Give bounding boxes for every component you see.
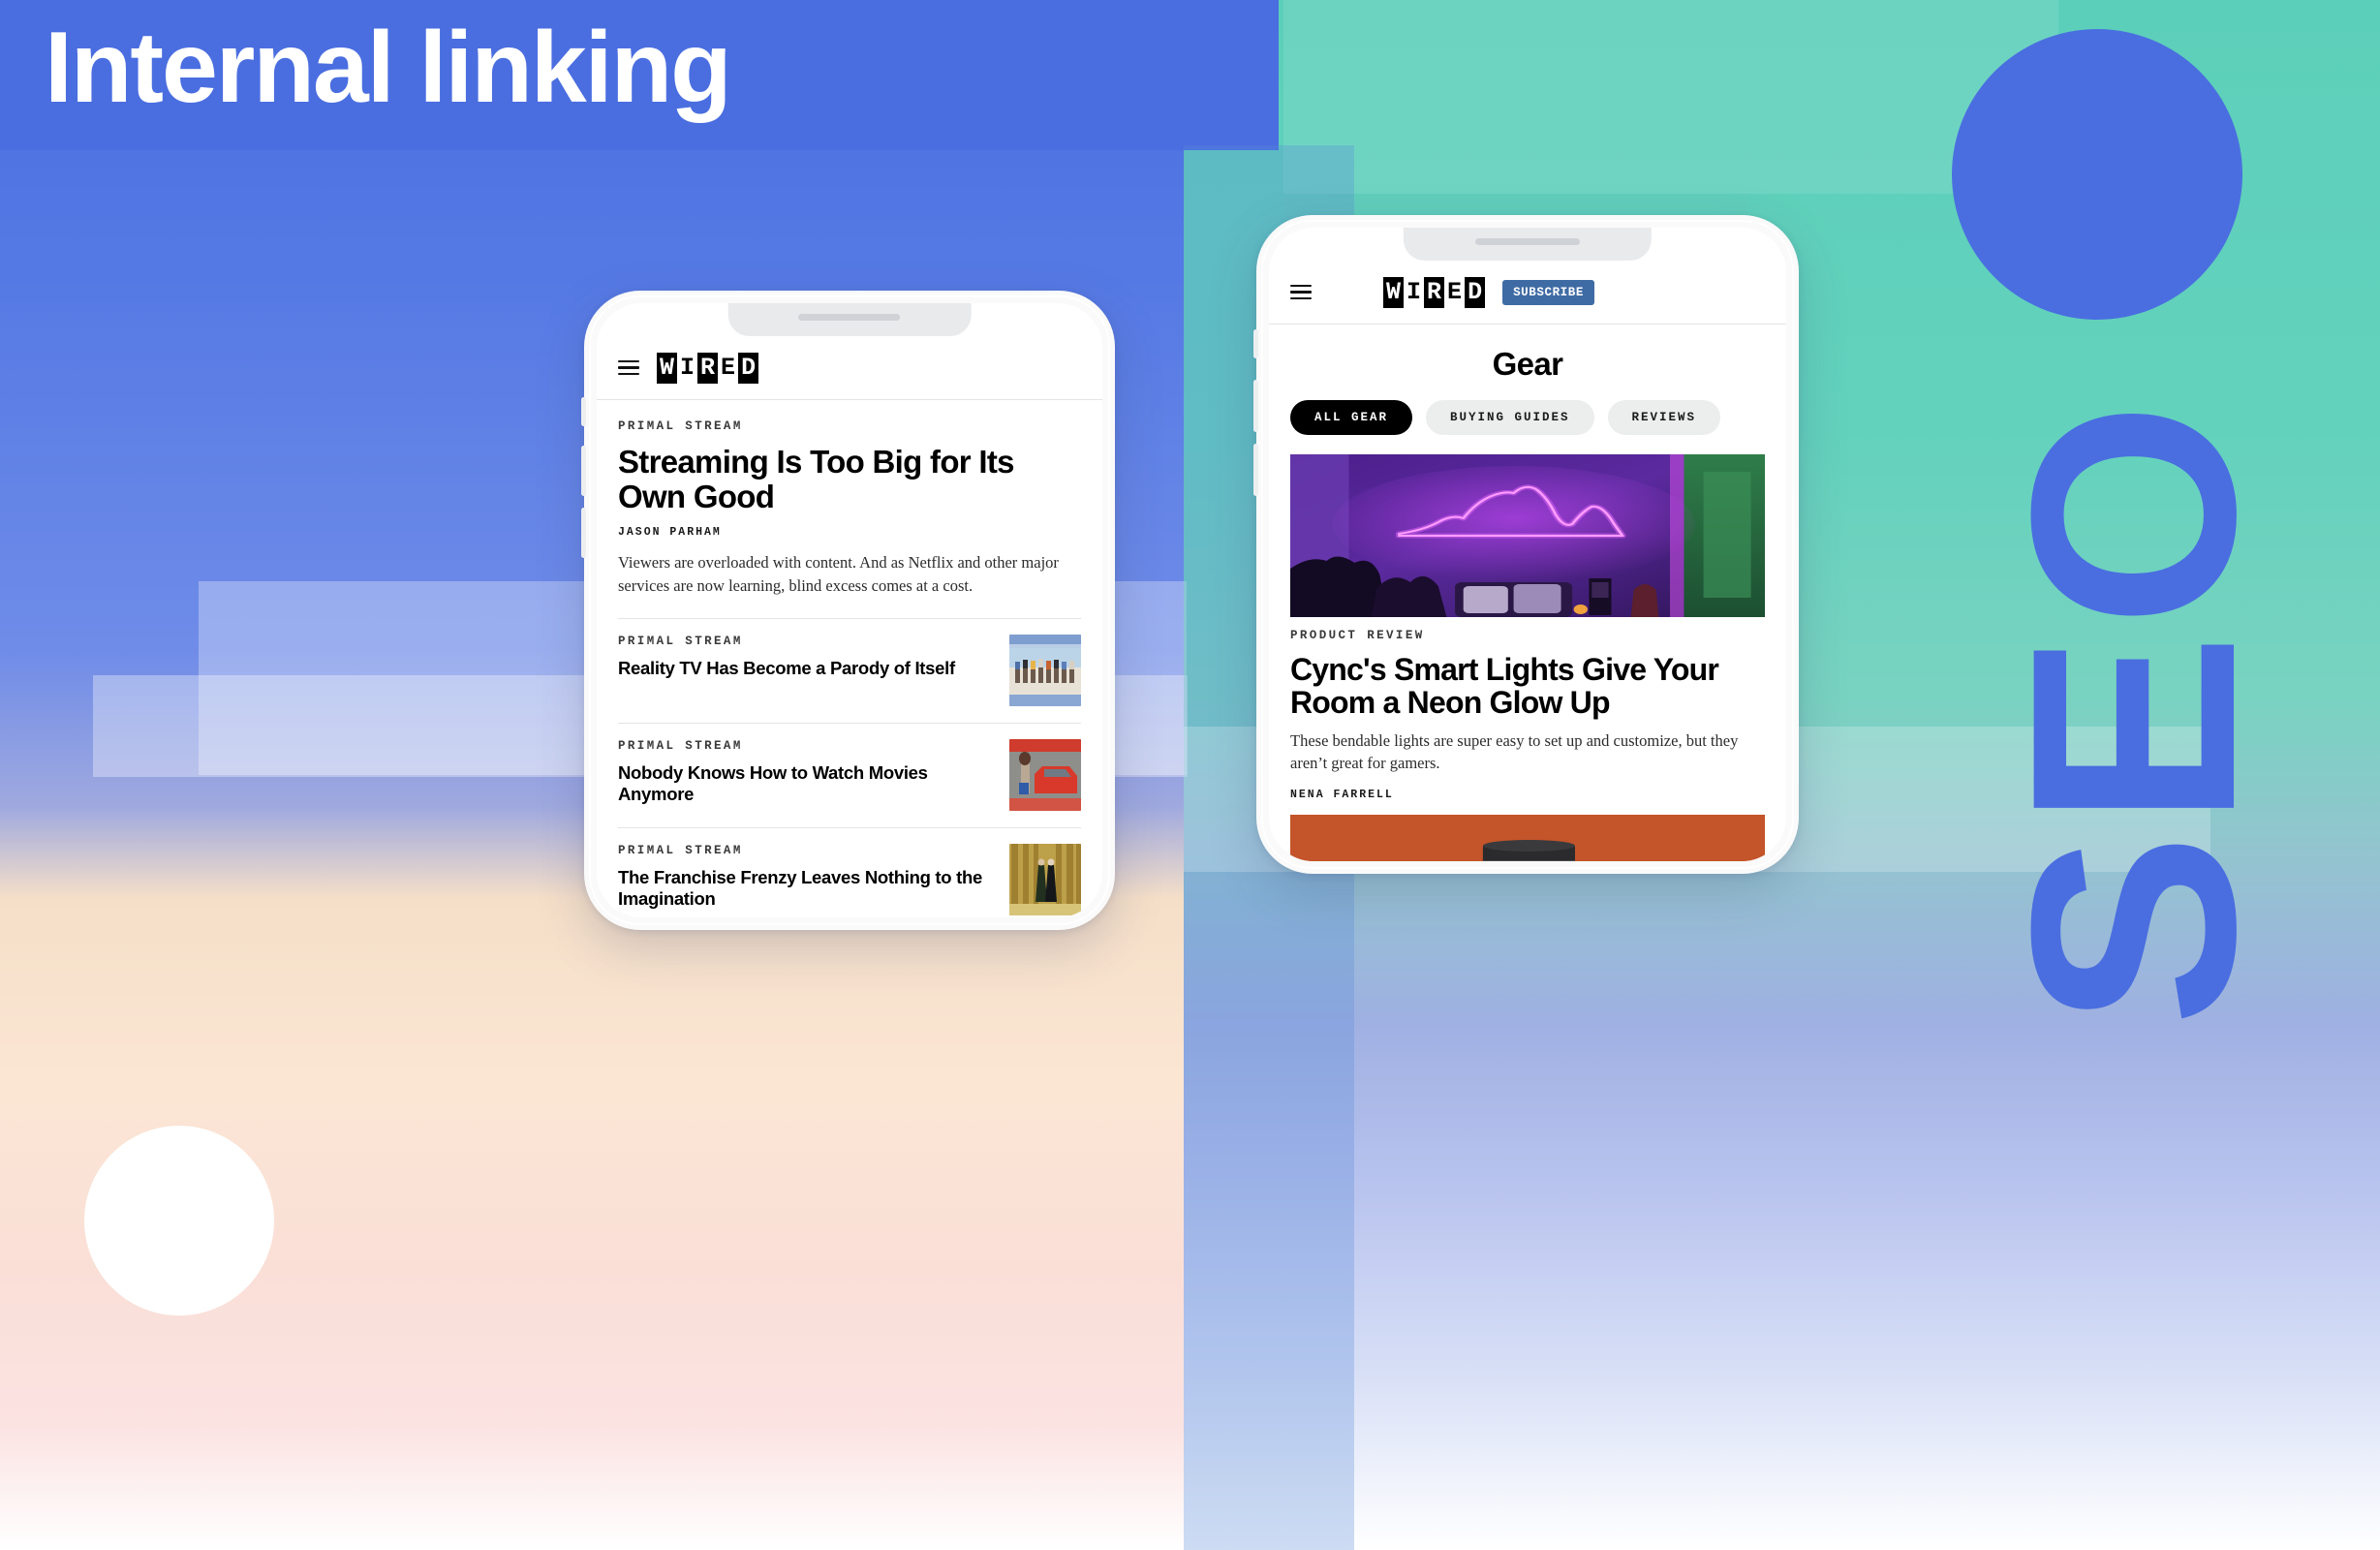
list-item-rubric: PRIMAL STREAM bbox=[618, 844, 743, 858]
phone-left-screen: W I R E D PRIMAL STREAM Streaming Is Too… bbox=[597, 303, 1102, 917]
app-topbar-left: W I R E D bbox=[597, 336, 1102, 400]
smartphone-mockup-left: W I R E D PRIMAL STREAM Streaming Is Too… bbox=[581, 291, 1115, 930]
article-block-right: PRODUCT REVIEW Cync's Smart Lights Give … bbox=[1269, 617, 1786, 801]
list-item-thumbnail-golden-forest-photo bbox=[1009, 844, 1081, 916]
subscribe-button[interactable]: SUBSCRIBE bbox=[1502, 279, 1594, 305]
phone-side-button-volume-down bbox=[1253, 444, 1258, 496]
phone-right-screen: W I R E D SUBSCRIBE Gear ALL GEAR BUYING… bbox=[1269, 228, 1786, 861]
article-title[interactable]: Cync's Smart Lights Give Your Room a Neo… bbox=[1290, 653, 1765, 720]
wired-logo-letter-w: W bbox=[657, 352, 678, 384]
wired-logo-letter-i: I bbox=[1406, 277, 1422, 306]
list-item[interactable]: PRIMAL STREAM The Franchise Frenzy Leave… bbox=[618, 827, 1081, 917]
wired-logo-letter-d: D bbox=[738, 352, 759, 384]
section-title-gear: Gear bbox=[1492, 346, 1563, 382]
phone-side-button-volume-down bbox=[581, 508, 586, 558]
wired-logo-letter-e: E bbox=[721, 353, 736, 382]
list-item-title: Nobody Knows How to Watch Movies Anymore bbox=[618, 762, 928, 805]
list-item[interactable]: PRIMAL STREAM Nobody Knows How to Watch … bbox=[618, 723, 1081, 827]
list-item-title: The Franchise Frenzy Leaves Nothing to t… bbox=[618, 867, 982, 910]
lead-article-dek: Viewers are overloaded with content. And… bbox=[618, 553, 1059, 595]
smartphone-mockup-right: W I R E D SUBSCRIBE Gear ALL GEAR BUYING… bbox=[1253, 215, 1799, 874]
list-item-thumbnail-red-car-photo bbox=[1009, 739, 1081, 812]
wired-logo-letter-d: D bbox=[1465, 276, 1486, 308]
lead-article-title[interactable]: Streaming Is Too Big for Its Own Good bbox=[618, 445, 1081, 513]
product-image-black-speaker-on-orange[interactable] bbox=[1290, 815, 1765, 861]
wired-logo[interactable]: W I R E D bbox=[1383, 276, 1486, 308]
page-title: Internal linking bbox=[45, 12, 732, 124]
tab-buying-guides[interactable]: BUYING GUIDES bbox=[1426, 400, 1594, 435]
lead-article-byline[interactable]: JASON PARHAM bbox=[618, 526, 1081, 539]
list-item-thumbnail-beach-group-photo bbox=[1009, 635, 1081, 707]
background-overlay-rect-top-right bbox=[1283, 0, 2058, 194]
article-rubric[interactable]: PRODUCT REVIEW bbox=[1290, 629, 1765, 642]
hamburger-icon[interactable] bbox=[1290, 284, 1312, 300]
tab-all-gear[interactable]: ALL GEAR bbox=[1290, 400, 1413, 435]
seo-vertical-label: SEO bbox=[1970, 395, 2296, 1027]
hero-image-neon-light-living-room[interactable] bbox=[1290, 454, 1765, 617]
wired-logo-letter-r: R bbox=[1424, 276, 1445, 308]
hamburger-icon[interactable] bbox=[618, 359, 639, 376]
wired-logo-letter-r: R bbox=[697, 352, 719, 384]
phone-notch bbox=[1403, 228, 1653, 261]
wired-logo[interactable]: W I R E D bbox=[657, 352, 759, 384]
article-dek: These bendable lights are super easy to … bbox=[1290, 731, 1739, 773]
phone-side-button-mute bbox=[1253, 329, 1258, 358]
lead-article-rubric[interactable]: PRIMAL STREAM bbox=[618, 419, 1081, 433]
phone-side-button-mute bbox=[581, 397, 586, 426]
earpiece-speaker bbox=[1475, 238, 1580, 245]
phone-side-button-volume-up bbox=[1253, 380, 1258, 432]
list-item-title: Reality TV Has Become a Parody of Itself bbox=[618, 658, 955, 679]
article-byline[interactable]: NENA FARRELL bbox=[1290, 789, 1765, 801]
background-circle-white bbox=[84, 1126, 274, 1316]
app-topbar-right: W I R E D SUBSCRIBE bbox=[1269, 261, 1786, 325]
list-item-rubric: PRIMAL STREAM bbox=[618, 739, 743, 754]
phone-side-button-volume-up bbox=[581, 446, 586, 496]
wired-logo-letter-e: E bbox=[1447, 277, 1463, 306]
article-feed-left: PRIMAL STREAM Streaming Is Too Big for I… bbox=[597, 400, 1102, 917]
list-item[interactable]: PRIMAL STREAM Reality TV Has Become a Pa… bbox=[618, 618, 1081, 723]
earpiece-speaker bbox=[798, 314, 901, 321]
phone-notch bbox=[727, 303, 972, 336]
list-item-rubric: PRIMAL STREAM bbox=[618, 635, 743, 649]
wired-logo-letter-i: I bbox=[680, 353, 695, 382]
tab-reviews[interactable]: REVIEWS bbox=[1607, 400, 1721, 435]
category-tab-row: ALL GEAR BUYING GUIDES REVIEWS bbox=[1269, 400, 1786, 454]
background-circle-blue bbox=[1952, 29, 2242, 320]
wired-logo-letter-w: W bbox=[1383, 276, 1405, 308]
